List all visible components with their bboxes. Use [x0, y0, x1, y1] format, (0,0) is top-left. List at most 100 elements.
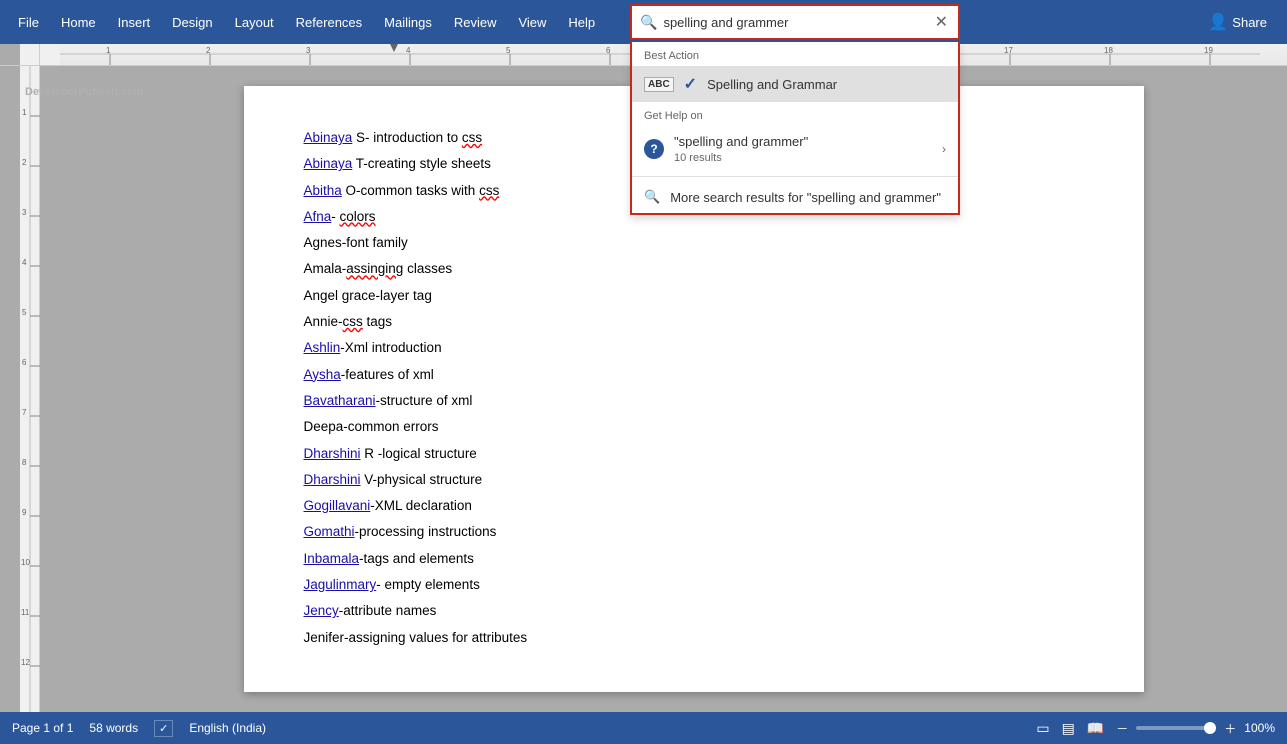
menu-home[interactable]: Home [51, 9, 106, 36]
link-jency[interactable]: Jency [304, 603, 339, 618]
zoom-out-button[interactable]: － [1116, 720, 1128, 737]
print-layout-button[interactable]: ▭ [1032, 718, 1053, 739]
svg-text:2: 2 [22, 158, 27, 167]
checkmark-icon: ✓ [684, 74, 697, 94]
link-bavatharani[interactable]: Bavatharani [304, 393, 376, 408]
share-button[interactable]: 👤 Share [1196, 8, 1279, 36]
vertical-ruler: 1 2 3 4 5 6 7 8 9 10 11 12 [20, 66, 40, 712]
svg-text:8: 8 [22, 458, 27, 467]
help-query-text: "spelling and grammer" 10 results [674, 134, 932, 164]
list-item: Angel grace-layer tag [304, 284, 1084, 308]
view-icons: ▭ ▤ 📖 [1032, 718, 1108, 739]
person-icon: 👤 [1208, 12, 1228, 32]
watermark: DeveloperPublish.com [25, 86, 144, 98]
best-action-label: Best Action [632, 42, 958, 66]
abc-icon: ABC [644, 77, 674, 92]
svg-text:1: 1 [106, 46, 111, 55]
spelling-grammar-result[interactable]: ABC ✓ Spelling and Grammar [632, 66, 958, 102]
svg-text:3: 3 [306, 46, 311, 55]
svg-text:10: 10 [21, 558, 30, 567]
link-afna[interactable]: Afna [304, 209, 332, 224]
link-abinaya-t[interactable]: Abinaya [304, 156, 353, 171]
list-item: Dharshini V-physical structure [304, 468, 1084, 492]
menu-help[interactable]: Help [558, 9, 605, 36]
more-results-label: More search results for "spelling and gr… [670, 190, 946, 205]
get-help-label: Get Help on [632, 102, 958, 126]
list-item: Gogillavani-XML declaration [304, 494, 1084, 518]
svg-text:2: 2 [206, 46, 211, 55]
squiggle-css-2: css [479, 183, 499, 198]
svg-text:6: 6 [22, 358, 27, 367]
language: English (India) [189, 721, 266, 735]
list-item: Jenifer-assigning values for attributes [304, 626, 1084, 650]
list-item: Bavatharani-structure of xml [304, 389, 1084, 413]
search-container: 🔍 ✕ Best Action ABC ✓ Spelling and Gramm… [630, 4, 960, 40]
svg-text:7: 7 [22, 408, 27, 417]
list-item: Jency-attribute names [304, 599, 1084, 623]
zoom-level: 100% [1244, 721, 1275, 735]
link-abitha[interactable]: Abitha [304, 183, 342, 198]
svg-text:12: 12 [21, 658, 30, 667]
link-gogillavani[interactable]: Gogillavani [304, 498, 371, 513]
chevron-right-icon: › [942, 142, 946, 156]
link-aysha[interactable]: Aysha [304, 367, 341, 382]
help-result[interactable]: ? "spelling and grammer" 10 results › [632, 126, 958, 172]
menu-file[interactable]: File [8, 9, 49, 36]
zoom-in-button[interactable]: ＋ [1224, 720, 1236, 737]
left-margin [0, 66, 20, 712]
menu-bar: File Home Insert Design Layout Reference… [0, 0, 1287, 44]
svg-text:19: 19 [1204, 46, 1213, 55]
svg-text:9: 9 [22, 508, 27, 517]
list-item: Inbamala-tags and elements [304, 547, 1084, 571]
link-ashlin[interactable]: Ashlin [304, 340, 341, 355]
link-inbamala[interactable]: Inbamala [304, 551, 360, 566]
zoom-thumb [1204, 722, 1216, 734]
squiggle-css-3: css [343, 314, 363, 329]
more-results[interactable]: 🔍 More search results for "spelling and … [632, 181, 958, 213]
search-input[interactable] [663, 15, 932, 30]
search-icon: 🔍 [640, 14, 657, 31]
menu-review[interactable]: Review [444, 9, 507, 36]
squiggle-css-1: css [462, 130, 482, 145]
squiggle-colors: colors [340, 209, 376, 224]
svg-text:18: 18 [1104, 46, 1113, 55]
read-mode-button[interactable]: 📖 [1083, 718, 1108, 739]
link-dharshini-v[interactable]: Dharshini [304, 472, 361, 487]
link-jagulinmary[interactable]: Jagulinmary [304, 577, 377, 592]
menu-layout[interactable]: Layout [225, 9, 284, 36]
search-dropdown: Best Action ABC ✓ Spelling and Grammar G… [630, 42, 960, 215]
status-right: ▭ ▤ 📖 － ＋ 100% [1032, 718, 1275, 739]
page-count: Page 1 of 1 [12, 721, 73, 735]
menu-mailings[interactable]: Mailings [374, 9, 442, 36]
list-item: Jagulinmary- empty elements [304, 573, 1084, 597]
list-item: Ashlin-Xml introduction [304, 336, 1084, 360]
best-action-item: Spelling and Grammar [707, 77, 946, 92]
svg-text:6: 6 [606, 46, 611, 55]
share-label: Share [1232, 15, 1267, 30]
svg-text:4: 4 [406, 46, 411, 55]
squiggle-assinging: assinging [346, 261, 403, 276]
zoom-slider[interactable] [1136, 726, 1216, 730]
svg-text:5: 5 [22, 308, 27, 317]
link-gomathi[interactable]: Gomathi [304, 524, 355, 539]
list-item: Dharshini R -logical structure [304, 442, 1084, 466]
web-layout-button[interactable]: ▤ [1058, 718, 1079, 739]
link-abinaya-s[interactable]: Abinaya [304, 130, 353, 145]
search-more-icon: 🔍 [644, 189, 660, 205]
svg-text:5: 5 [506, 46, 511, 55]
link-dharshini-r[interactable]: Dharshini [304, 446, 361, 461]
list-item: Annie-css tags [304, 310, 1084, 334]
list-item: Deepa-common errors [304, 415, 1084, 439]
proofing-icon[interactable]: ✓ [154, 720, 173, 737]
divider [632, 176, 958, 177]
list-item: Aysha-features of xml [304, 363, 1084, 387]
svg-text:1: 1 [22, 108, 27, 117]
list-item: Gomathi-processing instructions [304, 520, 1084, 544]
menu-design[interactable]: Design [162, 9, 222, 36]
list-item: Amala-assinging classes [304, 257, 1084, 281]
menu-insert[interactable]: Insert [108, 9, 161, 36]
svg-text:11: 11 [21, 608, 30, 617]
menu-references[interactable]: References [286, 9, 372, 36]
close-icon[interactable]: ✕ [933, 12, 950, 32]
menu-view[interactable]: View [508, 9, 556, 36]
